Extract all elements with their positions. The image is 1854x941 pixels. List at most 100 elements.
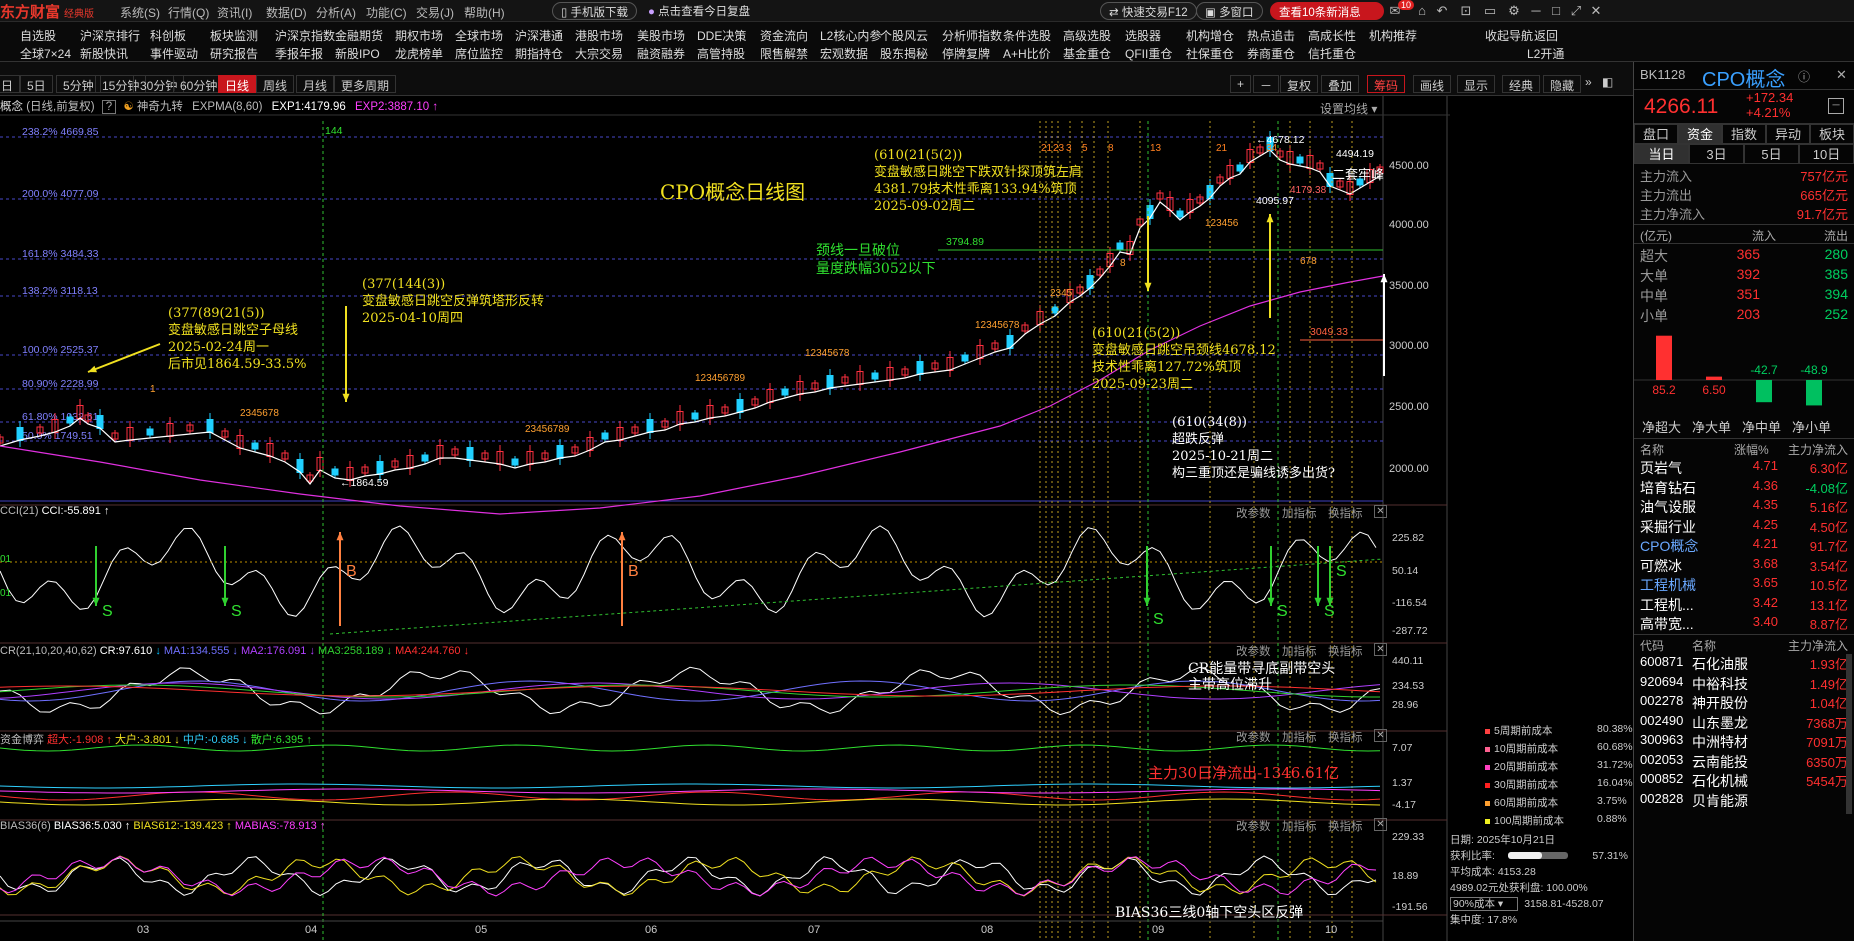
- close-icon[interactable]: ✕: [1374, 818, 1387, 831]
- nav-item[interactable]: 个股风云: [880, 27, 928, 44]
- change-params-button[interactable]: 改参数: [1236, 821, 1271, 833]
- add-indicator-button[interactable]: 加指标: [1282, 508, 1317, 520]
- stock-code[interactable]: 300963: [1640, 732, 1683, 747]
- nav-item[interactable]: 沪深京指数: [275, 27, 335, 44]
- switch-indicator-button[interactable]: 换指标: [1328, 821, 1363, 833]
- stock-name[interactable]: 云南能投: [1692, 752, 1748, 772]
- nav-item[interactable]: 停牌复牌: [942, 45, 990, 62]
- restore-icon[interactable]: □: [1548, 3, 1564, 19]
- sidebar-toggle-icon[interactable]: ◧: [1602, 75, 1613, 89]
- nav-item[interactable]: 金融期货: [335, 27, 383, 44]
- switch-indicator-button[interactable]: 换指标: [1328, 508, 1363, 520]
- period-tab[interactable]: 日线: [218, 75, 257, 93]
- nav-item[interactable]: 大宗交易: [575, 45, 623, 62]
- stock-row[interactable]: 600871 石化油服 1.93亿: [1640, 654, 1848, 674]
- mobile-download-button[interactable]: ▯ 手机版下载: [552, 2, 638, 20]
- nav-item[interactable]: 资金流向: [760, 27, 808, 44]
- nav-item[interactable]: 信托重仓: [1308, 45, 1356, 62]
- nav-item[interactable]: 港股市场: [575, 27, 623, 44]
- chart-tool-button[interactable]: 画线: [1413, 75, 1452, 93]
- add-indicator-button[interactable]: 加指标: [1282, 732, 1317, 744]
- sector-row[interactable]: 可燃冰 3.68 3.54亿: [1640, 556, 1848, 576]
- nav-item[interactable]: 沪深京排行: [80, 27, 140, 44]
- panel-subtab[interactable]: 5日: [1744, 144, 1799, 164]
- menu-system[interactable]: 系统(S): [120, 4, 160, 21]
- collapse-icon[interactable]: ✕: [1836, 67, 1847, 83]
- nav-item[interactable]: 季报年报: [275, 45, 323, 62]
- nav-item[interactable]: 自选股: [20, 27, 56, 44]
- stock-row[interactable]: 002828 贝肯能源: [1640, 791, 1848, 811]
- sector-row[interactable]: 采掘行业 4.25 4.50亿: [1640, 517, 1848, 537]
- home-icon[interactable]: ⌂: [1414, 3, 1430, 19]
- period-tab[interactable]: 月线: [296, 75, 335, 93]
- stock-code[interactable]: 002828: [1640, 791, 1683, 806]
- panel-subtab[interactable]: 3日: [1689, 144, 1744, 164]
- cost-select[interactable]: 90%成本 ▾: [1450, 897, 1519, 911]
- stock-row[interactable]: 000852 石化机械 5454万: [1640, 771, 1848, 791]
- nav-item[interactable]: QFII重仓: [1125, 45, 1172, 62]
- panel-tab[interactable]: 资金: [1678, 124, 1722, 144]
- nav-item[interactable]: 券商重仓: [1247, 45, 1295, 62]
- nav-item[interactable]: A+H比价: [1003, 45, 1051, 62]
- nav-item[interactable]: 事件驱动: [150, 45, 198, 62]
- nav-item[interactable]: 宏观数据: [820, 45, 868, 62]
- nav-item[interactable]: 高成长性: [1308, 27, 1356, 44]
- period-tab[interactable]: 5日: [20, 75, 53, 93]
- stock-name[interactable]: 贝肯能源: [1692, 791, 1748, 811]
- nav-item[interactable]: 新股快讯: [80, 45, 128, 62]
- expand-icon[interactable]: »: [1585, 75, 1592, 89]
- sector-row[interactable]: 培育钻石 4.36 -4.08亿: [1640, 478, 1848, 498]
- sector-row[interactable]: CPO概念 4.21 91.7亿: [1640, 536, 1848, 556]
- menu-data[interactable]: 数据(D): [266, 4, 307, 21]
- nav-item[interactable]: 期指持仓: [515, 45, 563, 62]
- sector-name[interactable]: 采掘行业: [1640, 517, 1696, 537]
- nav-item[interactable]: 高级选股: [1063, 27, 1111, 44]
- sector-name[interactable]: 可燃冰: [1640, 556, 1682, 576]
- sector-name[interactable]: 高带宽...: [1640, 614, 1694, 634]
- nav-item[interactable]: 基金重仓: [1063, 45, 1111, 62]
- chart-tool-button[interactable]: 筹码: [1367, 75, 1406, 93]
- chart-tool-button[interactable]: －: [1253, 75, 1280, 93]
- stock-row[interactable]: 300963 中洲特材 7091万: [1640, 732, 1848, 752]
- panel-tab[interactable]: 指数: [1722, 124, 1766, 144]
- panel-tab[interactable]: 异动: [1766, 124, 1810, 144]
- switch-indicator-button[interactable]: 换指标: [1328, 646, 1363, 658]
- panel-subtab[interactable]: 当日: [1634, 144, 1689, 164]
- panel-tab[interactable]: 盘口: [1634, 124, 1678, 144]
- nav-item[interactable]: 股东揭秘: [880, 45, 928, 62]
- sector-name[interactable]: CPO概念: [1640, 536, 1698, 556]
- stock-name[interactable]: 神开股份: [1692, 693, 1748, 713]
- stock-name[interactable]: 石化油服: [1692, 654, 1748, 674]
- change-params-button[interactable]: 改参数: [1236, 646, 1271, 658]
- sector-name[interactable]: 页岩气: [1640, 458, 1682, 478]
- menu-help[interactable]: 帮助(H): [464, 4, 505, 21]
- back-icon[interactable]: ↶: [1434, 3, 1450, 19]
- quick-trade-button[interactable]: ⇄ 快速交易F12: [1100, 2, 1197, 20]
- sector-row[interactable]: 工程机械 3.65 10.5亿: [1640, 575, 1848, 595]
- stock-name[interactable]: 山东墨龙: [1692, 713, 1748, 733]
- kline-chart-area[interactable]: 238.2% 4669.85 200.0% 4077.09 161.8% 3484.…: [0, 96, 1450, 941]
- multi-window-button[interactable]: ▣ 多窗口: [1196, 2, 1263, 20]
- nav-item[interactable]: 分析师指数: [942, 27, 1002, 44]
- period-tab[interactable]: 5分钟: [56, 75, 101, 93]
- ma-settings[interactable]: 设置均线 ▾: [1320, 100, 1377, 117]
- sector-name[interactable]: 工程机械: [1640, 575, 1696, 595]
- sector-row[interactable]: 油气设服 4.35 5.16亿: [1640, 497, 1848, 517]
- stock-code[interactable]: 600871: [1640, 654, 1683, 669]
- sector-name[interactable]: 工程机...: [1640, 595, 1694, 615]
- chart-tool-button[interactable]: 叠加: [1321, 75, 1360, 93]
- nav-item[interactable]: 全球市场: [455, 27, 503, 44]
- menu-quote[interactable]: 行情(Q): [168, 4, 209, 21]
- nav-item[interactable]: 全球7×24: [20, 45, 71, 62]
- sector-row[interactable]: 高带宽... 3.40 8.87亿: [1640, 614, 1848, 634]
- stock-code[interactable]: 920694: [1640, 674, 1683, 689]
- close-icon[interactable]: ✕: [1374, 643, 1387, 656]
- close-icon[interactable]: ✕: [1374, 505, 1387, 518]
- change-params-button[interactable]: 改参数: [1236, 508, 1271, 520]
- settings-icon[interactable]: ⚙: [1506, 3, 1522, 19]
- skin-icon[interactable]: ▭: [1482, 3, 1498, 19]
- stock-name[interactable]: 中裕科技: [1692, 674, 1748, 694]
- news-button[interactable]: 查看10条新消息: [1270, 2, 1384, 20]
- nav-item[interactable]: 龙虎榜单: [395, 45, 443, 62]
- close-icon[interactable]: ✕: [1588, 3, 1604, 19]
